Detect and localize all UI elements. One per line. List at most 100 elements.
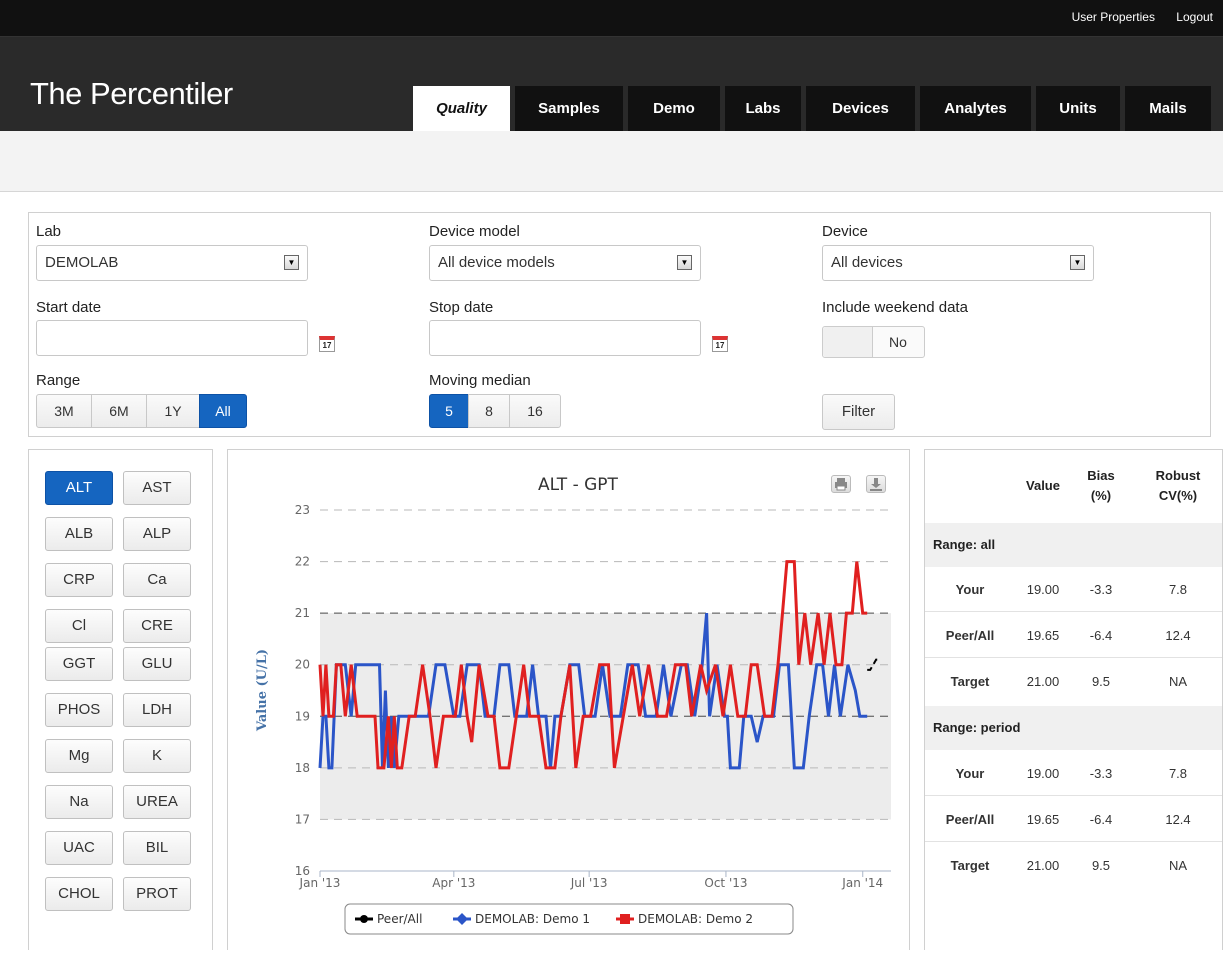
tab-quality[interactable]: Quality — [413, 86, 510, 131]
toggle-knob — [823, 327, 873, 357]
tab-devices[interactable]: Devices — [806, 86, 915, 131]
tab-analytes[interactable]: Analytes — [920, 86, 1031, 131]
range-label: Range — [36, 372, 81, 389]
range-6m-button[interactable]: 6M — [91, 394, 147, 428]
median-16-button[interactable]: 16 — [509, 394, 561, 428]
cv-unit: CV(%) — [1158, 488, 1198, 503]
analyte-button-urea[interactable]: UREA — [123, 785, 191, 819]
filters-panel: Lab DEMOLAB ▼ Device model All device mo… — [28, 212, 1211, 437]
analyte-button-glu[interactable]: GLU — [123, 647, 191, 681]
user-properties-link[interactable]: User Properties — [1072, 10, 1155, 24]
analyte-button-ast[interactable]: AST — [123, 471, 191, 505]
device-select[interactable]: All devices ▼ — [822, 245, 1094, 281]
analyte-button-na[interactable]: Na — [45, 785, 113, 819]
stop-date-label: Stop date — [429, 299, 494, 316]
calendar-icon[interactable]: 17 — [319, 336, 335, 352]
analyte-button-crp[interactable]: CRP — [45, 563, 113, 597]
row-bias: -6.4 — [1089, 812, 1113, 827]
alt-chart: 1617181920212223Jan '13 Apr '13 Jul '13 Oct… — [255, 475, 891, 935]
tab-mails[interactable]: Mails — [1125, 86, 1211, 131]
value-header: Value — [1026, 478, 1060, 493]
row-name: Peer/All — [945, 812, 995, 827]
row-cv: NA — [1168, 674, 1188, 689]
median-8-button[interactable]: 8 — [468, 394, 510, 428]
median-5-button[interactable]: 5 — [429, 394, 469, 428]
app-title: The Percentiler — [30, 76, 233, 111]
tab-units[interactable]: Units — [1036, 86, 1120, 131]
row-value: 19.65 — [1026, 628, 1060, 643]
analyte-button-phos[interactable]: PHOS — [45, 693, 113, 727]
weekend-toggle-value: No — [889, 334, 907, 350]
lab-label: Lab — [36, 223, 62, 240]
moving-median-label: Moving median — [429, 372, 531, 389]
start-date-label: Start date — [36, 299, 102, 316]
analyte-button-mg[interactable]: Mg — [45, 739, 113, 773]
x-tick-label: Jul '13 — [570, 876, 608, 890]
table-row: Your 19.00 -3.3 7.8 — [925, 751, 1222, 796]
stats-header: Value Bias (%) Robust CV(%) — [925, 450, 1222, 523]
section-range-period: Range: period — [925, 706, 1222, 750]
chevron-down-icon: ▼ — [284, 255, 299, 270]
row-bias: 9.5 — [1091, 674, 1111, 689]
analyte-button-cl[interactable]: Cl — [45, 609, 113, 643]
row-name: Target — [950, 858, 990, 873]
legend-label: DEMOLAB: Demo 1 — [475, 912, 590, 926]
download-icon[interactable] — [866, 475, 886, 493]
analyte-button-ggt[interactable]: GGT — [45, 647, 113, 681]
analyte-button-uac[interactable]: UAC — [45, 831, 113, 865]
stop-date-input[interactable] — [429, 320, 701, 356]
moving-median-button-group: 5 8 16 — [429, 394, 561, 428]
analyte-button-ldh[interactable]: LDH — [123, 693, 191, 727]
filter-button[interactable]: Filter — [822, 394, 895, 430]
tab-demo[interactable]: Demo — [628, 86, 720, 131]
analytes-panel: ALT AST ALB ALP CRP Ca Cl CRE GGT GLU PH… — [28, 449, 213, 950]
legend-label: DEMOLAB: Demo 2 — [638, 912, 753, 926]
y-tick-label: 19 — [295, 709, 310, 723]
analyte-button-chol[interactable]: CHOL — [45, 877, 113, 911]
range-button-group: 3M 6M 1Y All — [36, 394, 247, 428]
print-icon[interactable] — [831, 475, 851, 493]
calendar-icon[interactable]: 17 — [712, 336, 728, 352]
analyte-button-bil[interactable]: BIL — [123, 831, 191, 865]
range-1y-button[interactable]: 1Y — [146, 394, 200, 428]
start-date-input[interactable] — [36, 320, 308, 356]
analyte-button-alp[interactable]: ALP — [123, 517, 191, 551]
row-bias: -3.3 — [1089, 766, 1113, 781]
chevron-down-icon: ▼ — [677, 255, 692, 270]
tab-labs[interactable]: Labs — [725, 86, 801, 131]
row-bias: -6.4 — [1089, 628, 1113, 643]
analyte-button-alt[interactable]: ALT — [45, 471, 113, 505]
bias-header: Bias — [1087, 468, 1115, 483]
analyte-button-alb[interactable]: ALB — [45, 517, 113, 551]
table-row: Your 19.00 -3.3 7.8 — [925, 567, 1222, 612]
device-model-select[interactable]: All device models ▼ — [429, 245, 701, 281]
analyte-button-ca[interactable]: Ca — [123, 563, 191, 597]
lab-select-value: DEMOLAB — [45, 254, 119, 271]
row-bias: -3.3 — [1089, 582, 1113, 597]
top-bar: User Properties Logout — [0, 0, 1223, 37]
analyte-button-k[interactable]: K — [123, 739, 191, 773]
sub-header-bar — [0, 131, 1223, 192]
tab-samples[interactable]: Samples — [515, 86, 623, 131]
row-cv: 7.8 — [1168, 582, 1188, 597]
table-row: Target 21.00 9.5 NA — [925, 659, 1222, 704]
device-select-value: All devices — [831, 254, 903, 271]
y-tick-label: 22 — [295, 555, 310, 569]
row-value: 21.00 — [1026, 674, 1060, 689]
analyte-button-prot[interactable]: PROT — [123, 877, 191, 911]
lab-select[interactable]: DEMOLAB ▼ — [36, 245, 308, 281]
row-name: Target — [950, 674, 990, 689]
analyte-button-cre[interactable]: CRE — [123, 609, 191, 643]
range-3m-button[interactable]: 3M — [36, 394, 92, 428]
weekend-toggle[interactable]: No — [822, 326, 925, 358]
row-cv: 12.4 — [1165, 812, 1191, 827]
row-cv: 7.8 — [1168, 766, 1188, 781]
row-cv: NA — [1168, 858, 1188, 873]
logout-link[interactable]: Logout — [1176, 10, 1213, 24]
cv-header: Robust — [1155, 468, 1201, 483]
y-tick-label: 18 — [295, 761, 310, 775]
row-value: 19.65 — [1026, 812, 1060, 827]
y-tick-label: 23 — [295, 503, 310, 517]
chart-panel: 16 17 18 19 20 21 22 23 Jan '13 Apr '13 Jul '13 Oct… — [227, 449, 910, 950]
range-all-button[interactable]: All — [199, 394, 247, 428]
